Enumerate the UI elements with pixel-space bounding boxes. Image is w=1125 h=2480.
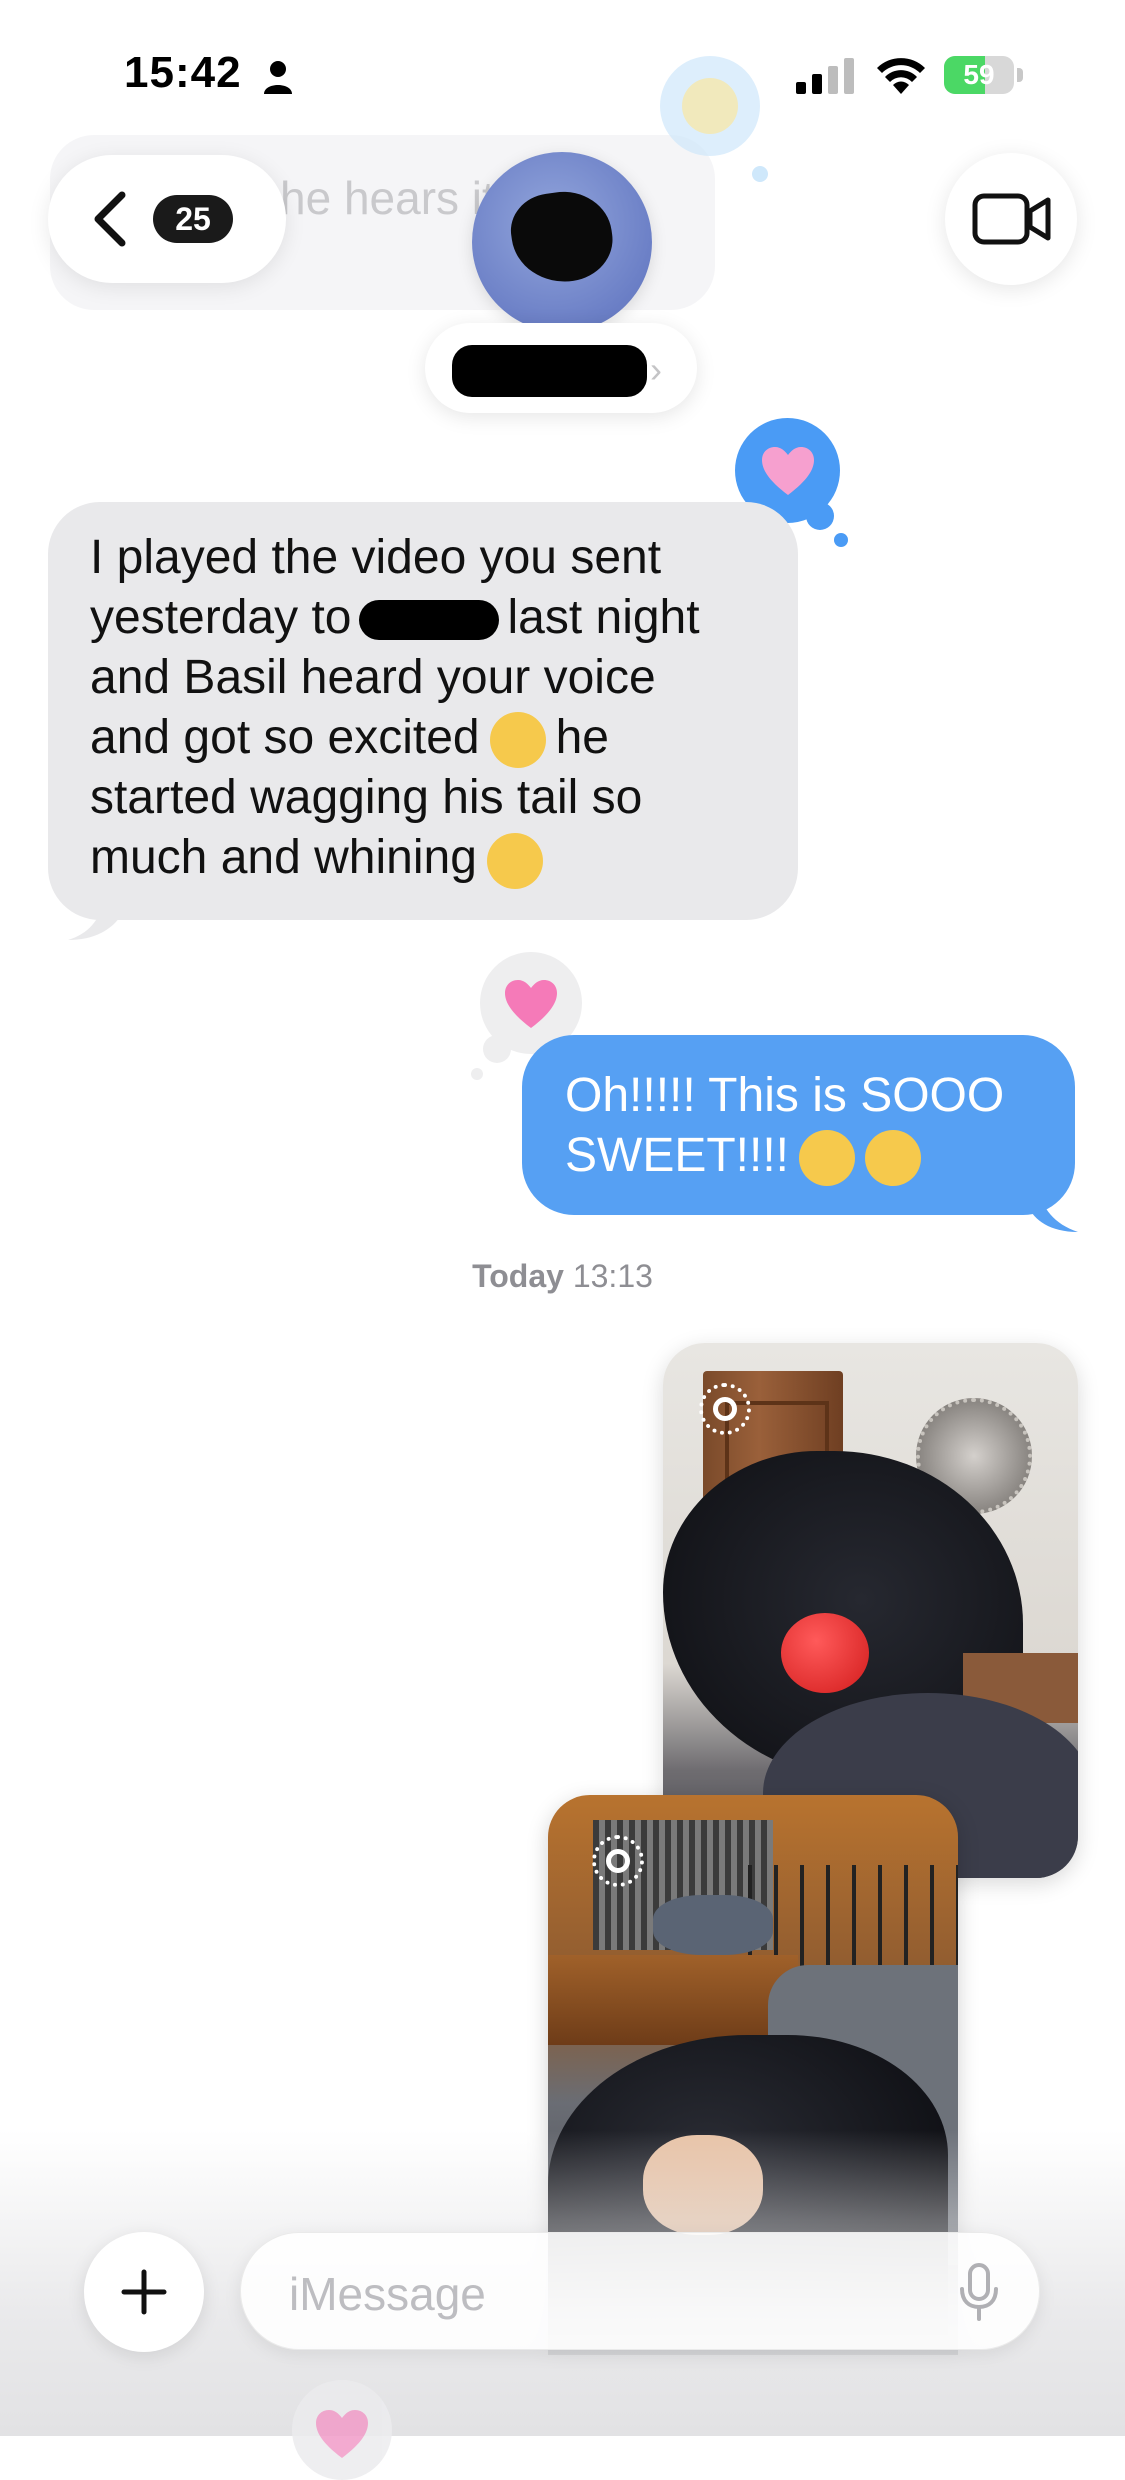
chevron-left-icon: [94, 191, 126, 247]
heart-icon: [316, 2410, 368, 2458]
message-input[interactable]: iMessage: [240, 2232, 1040, 2350]
pleading-face-emoji-icon: [489, 712, 546, 769]
message-line: Oh!!!!! This is SOOO: [565, 1069, 1005, 1122]
microphone-icon[interactable]: [959, 2263, 999, 2321]
unread-count-badge: 25: [153, 195, 233, 243]
partial-tapback-bubble: [292, 2380, 392, 2480]
facetime-video-button[interactable]: [945, 153, 1077, 285]
live-photo-icon: [592, 1835, 644, 1887]
incoming-message-text: I played the video you sent yesterday to…: [90, 528, 780, 889]
battery-percent: 59: [963, 59, 995, 90]
laughing-emoji-icon: [682, 78, 738, 134]
message-line: I played the video you sent: [90, 531, 662, 584]
outgoing-message-text: Oh!!!!! This is SOOO SWEET!!!!: [565, 1066, 1065, 1187]
pleading-face-emoji-icon: [799, 1130, 856, 1187]
message-line: SWEET!!!!: [565, 1126, 1065, 1187]
back-button[interactable]: 25: [48, 155, 286, 283]
contact-name-button[interactable]: ›: [425, 323, 697, 413]
video-camera-icon: [972, 193, 1051, 245]
heart-icon: [762, 447, 814, 495]
tapback-dot: [471, 1068, 483, 1080]
wooden-table: [548, 1955, 798, 2045]
contact-avatar[interactable]: [472, 152, 652, 332]
add-attachment-button[interactable]: [84, 2232, 204, 2352]
contact-name-redacted: [452, 345, 647, 397]
status-time: 15:42: [124, 48, 242, 97]
message-line: started wagging his tail so: [90, 771, 643, 825]
tapback-dot: [483, 1035, 511, 1063]
message-input-placeholder: iMessage: [289, 2268, 486, 2320]
outgoing-bubble-tail: [1028, 1188, 1078, 1232]
redacted-name: [359, 600, 500, 641]
cellular-signal-icon: [796, 58, 854, 94]
battery-indicator: 59: [944, 56, 1026, 94]
wifi-icon: [877, 58, 925, 94]
message-line: and Basil heard your voice: [90, 651, 656, 704]
chevron-right-icon: ›: [650, 349, 662, 390]
message-timestamp: Today 13:13: [472, 1258, 653, 1294]
heart-icon: [505, 980, 557, 1028]
message-line: and got so excited he: [90, 708, 780, 769]
red-ball: [781, 1613, 869, 1693]
message-line: yesterday to last night: [90, 591, 700, 644]
redaction-mark: [506, 185, 618, 289]
tapback-dot: [806, 502, 834, 530]
incoming-bubble-tail: [68, 900, 122, 940]
faded-tapback-dot: [752, 166, 768, 182]
person-icon: [264, 61, 292, 94]
plus-icon: [121, 2269, 167, 2315]
message-line: much and whining: [90, 828, 780, 889]
grinning-sweat-emoji-icon: [486, 832, 543, 889]
cushion: [653, 1895, 773, 1955]
tapback-dot: [834, 533, 848, 547]
pleading-face-emoji-icon: [865, 1130, 922, 1187]
faded-tapback-bubble: [660, 56, 760, 156]
live-photo-icon: [699, 1383, 751, 1435]
